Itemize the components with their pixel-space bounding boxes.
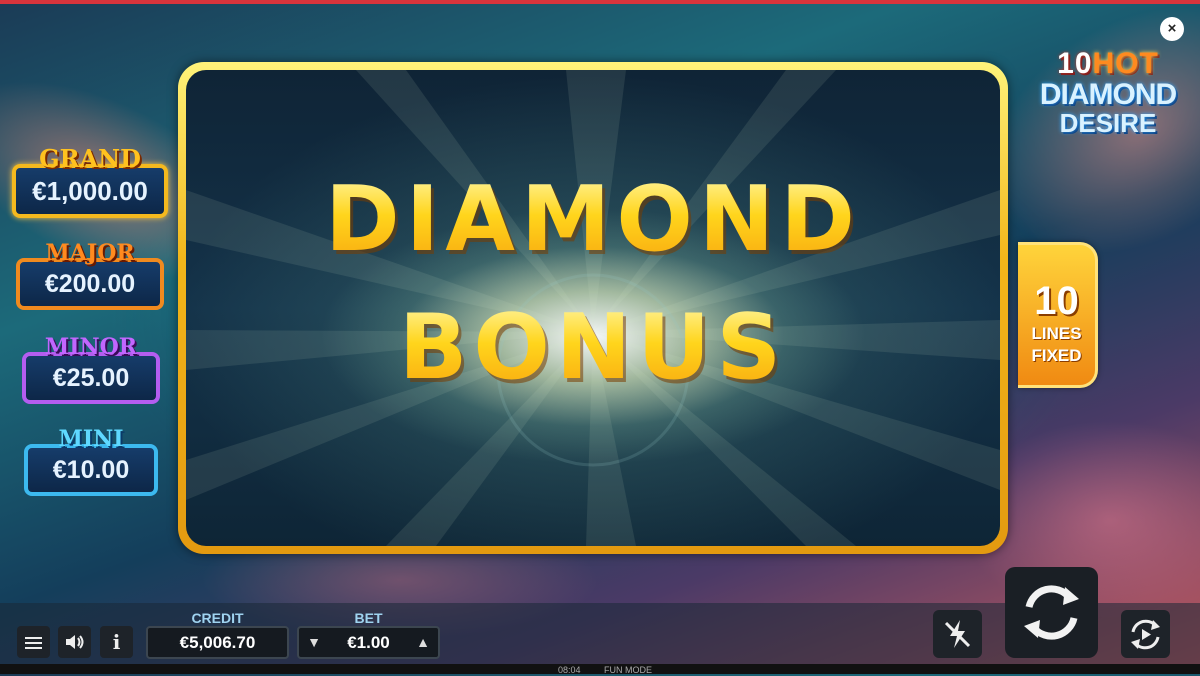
hamburger-icon-line bbox=[25, 647, 42, 649]
bet-selector: ▼ €1.00 ▲ bbox=[297, 626, 440, 659]
speaker-icon bbox=[66, 635, 84, 649]
sound-button[interactable] bbox=[58, 626, 91, 658]
jackpot-major: MAJOR €200.00 bbox=[16, 240, 164, 310]
hamburger-icon bbox=[25, 637, 42, 639]
reel-frame: DIAMOND BONUS bbox=[178, 62, 1008, 554]
autoplay-button[interactable] bbox=[1121, 610, 1170, 658]
logo-line-2: DIAMOND bbox=[1039, 78, 1177, 111]
logo-line-1: 10HOT bbox=[1018, 48, 1198, 80]
hamburger-icon-line bbox=[25, 642, 42, 644]
autoplay-icon bbox=[1131, 619, 1160, 650]
close-button[interactable]: × bbox=[1160, 17, 1184, 41]
bet-increase-button[interactable]: ▲ bbox=[410, 628, 436, 657]
menu-button[interactable] bbox=[17, 626, 50, 658]
bet-label: BET bbox=[354, 610, 383, 626]
bonus-title-line-2: BONUS bbox=[186, 298, 1000, 398]
jackpot-label: MAJOR bbox=[45, 240, 135, 266]
bet-value: €1.00 bbox=[347, 633, 390, 652]
turbo-button[interactable] bbox=[933, 610, 982, 658]
info-button[interactable]: i bbox=[100, 626, 133, 658]
jackpot-label: MINI bbox=[58, 426, 124, 452]
top-accent-line bbox=[0, 0, 1200, 4]
spin-arrows-icon bbox=[1024, 585, 1079, 640]
credit-label: CREDIT bbox=[191, 610, 244, 626]
logo-number: 10 bbox=[1057, 47, 1093, 80]
jackpot-label: MINOR bbox=[44, 334, 138, 360]
clock-time: 08:04 bbox=[558, 665, 581, 675]
play-mode: FUN MODE bbox=[604, 665, 652, 675]
jackpot-label: GRAND bbox=[39, 144, 141, 173]
fixed-text: FIXED bbox=[1031, 346, 1082, 365]
lightning-off-icon bbox=[944, 620, 971, 648]
credit-display: €5,006.70 bbox=[146, 626, 289, 659]
jackpot-mini: MINI €10.00 bbox=[24, 426, 158, 496]
spin-button[interactable] bbox=[1005, 567, 1098, 658]
game-logo: 10HOT DIAMOND DESIRE bbox=[1018, 48, 1198, 138]
jackpot-grand: GRAND €1,000.00 bbox=[12, 146, 168, 218]
status-strip: 08:04 FUN MODE bbox=[0, 664, 1200, 675]
bonus-screen[interactable]: DIAMOND BONUS bbox=[186, 70, 1000, 546]
lines-count: 10 bbox=[1034, 279, 1079, 323]
lines-text: LINES bbox=[1031, 324, 1082, 343]
jackpot-minor: MINOR €25.00 bbox=[22, 334, 160, 404]
bet-decrease-button[interactable]: ▼ bbox=[301, 628, 327, 657]
bonus-title-line-1: DIAMOND bbox=[186, 170, 1000, 270]
logo-line-3: DESIRE bbox=[1059, 108, 1157, 138]
lines-fixed-badge: 10 LINES FIXED bbox=[1018, 242, 1098, 388]
logo-hot-word: HOT bbox=[1092, 47, 1159, 80]
